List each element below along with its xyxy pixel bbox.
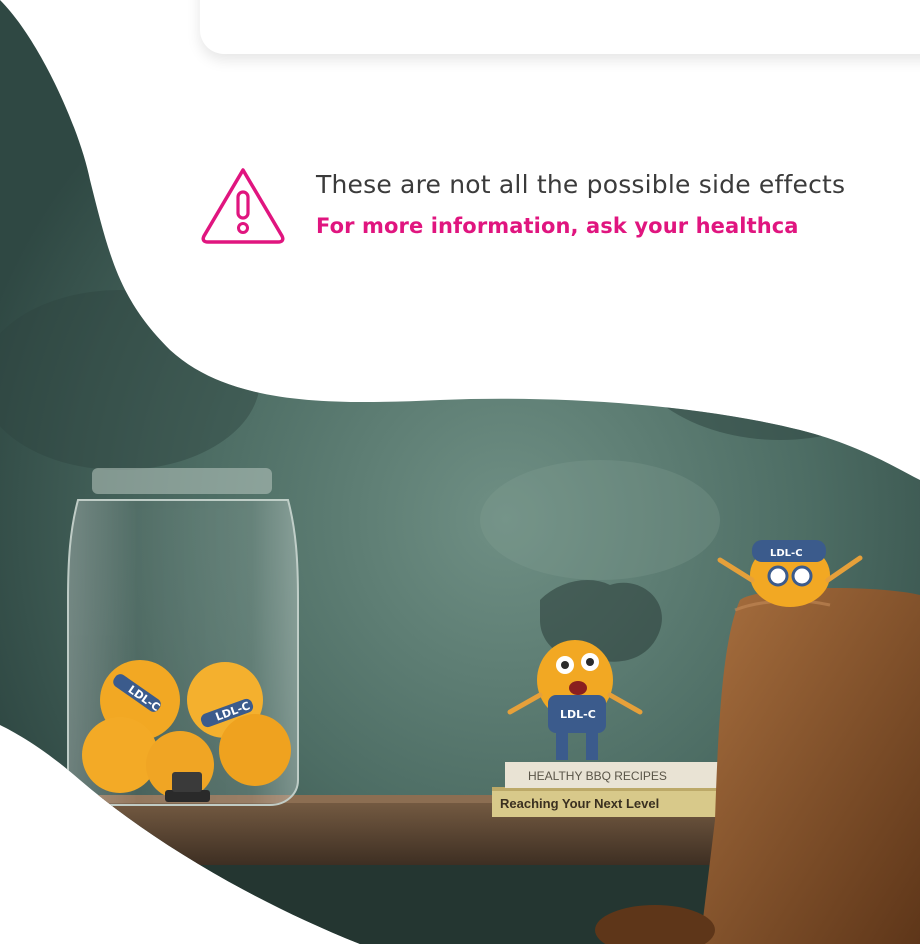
healthcare-provider-cta: For more information, ask your healthca xyxy=(316,214,799,238)
jar: LDL-C LDL-C xyxy=(67,468,299,806)
chair-character-label: LDL-C xyxy=(770,548,803,559)
book-bottom-title: Reaching Your Next Level xyxy=(500,796,659,811)
warning-text: These are not all the possible side effe… xyxy=(316,170,846,199)
standing-character-label: LDL-C xyxy=(560,708,596,721)
page: LDL-C LDL-C Reaching Your Next Level HEA… xyxy=(0,0,920,944)
books: Reaching Your Next Level HEALTHY BBQ REC… xyxy=(492,762,727,817)
side-effects-warning: These are not all the possible side effe… xyxy=(198,158,920,248)
book-top-title: HEALTHY BBQ RECIPES xyxy=(528,769,667,783)
scene-illustration: LDL-C LDL-C Reaching Your Next Level HEA… xyxy=(0,0,920,944)
warning-triangle-icon xyxy=(201,168,285,244)
